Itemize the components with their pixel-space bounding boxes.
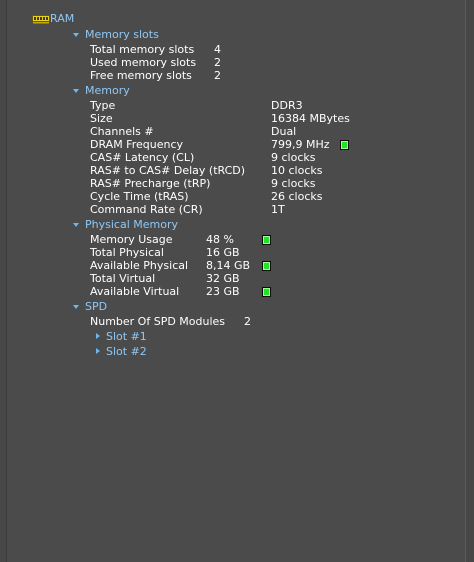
info-value: 1T: [271, 203, 285, 216]
info-label: Size: [90, 112, 113, 125]
status-indicator-icon: [340, 140, 349, 150]
info-row: CAS# Latency (CL) 9 clocks: [90, 151, 430, 164]
info-row: Total Virtual 32 GB: [90, 272, 390, 285]
info-row: RAS# to CAS# Delay (tRCD) 10 clocks: [90, 164, 430, 177]
expand-slot-1-icon[interactable]: [96, 333, 100, 339]
expand-slot-2-icon[interactable]: [96, 348, 100, 354]
info-row: Available Physical 8,14 GB: [90, 259, 390, 272]
info-label: CAS# Latency (CL): [90, 151, 195, 164]
info-row: Cycle Time (tRAS) 26 clocks: [90, 190, 430, 203]
status-indicator-icon: [262, 261, 271, 271]
info-label: Total Physical: [90, 246, 164, 259]
info-value: 2: [214, 56, 221, 69]
info-value: 9 clocks: [271, 151, 316, 164]
info-value: 8,14 GB: [206, 259, 251, 272]
section-header-physical-memory[interactable]: Physical Memory: [85, 218, 178, 231]
section-header-memory-slots[interactable]: Memory slots: [85, 28, 159, 41]
info-label: Command Rate (CR): [90, 203, 203, 216]
info-row: Total memory slots 4: [90, 43, 390, 56]
info-row: Available Virtual 23 GB: [90, 285, 390, 298]
section-header-physical-memory-label: Physical Memory: [85, 218, 178, 231]
collapse-memory-slots-icon[interactable]: [73, 33, 79, 37]
info-value: 26 clocks: [271, 190, 323, 203]
status-indicator-icon: [262, 287, 271, 297]
info-row: Used memory slots 2: [90, 56, 390, 69]
info-row: Channels # Dual: [90, 125, 430, 138]
info-row: Type DDR3: [90, 99, 430, 112]
info-value: 16 GB: [206, 246, 240, 259]
info-label: RAS# Precharge (tRP): [90, 177, 211, 190]
tree-node-slot-2-label: Slot #2: [106, 345, 147, 358]
info-value: Dual: [271, 125, 297, 138]
info-label: Free memory slots: [90, 69, 192, 82]
collapse-memory-icon[interactable]: [73, 89, 79, 93]
section-header-spd-label: SPD: [85, 300, 108, 313]
info-label: Available Virtual: [90, 285, 180, 298]
info-row: DRAM Frequency 799,9 MHz: [90, 138, 430, 151]
info-label: Number Of SPD Modules: [90, 315, 226, 328]
tree-node-slot-2[interactable]: Slot #2: [106, 345, 147, 358]
info-row: Free memory slots 2: [90, 69, 390, 82]
info-label: Used memory slots: [90, 56, 197, 69]
info-label: Type: [90, 99, 116, 112]
collapse-spd-icon[interactable]: [73, 305, 79, 309]
section-header-spd[interactable]: SPD: [85, 300, 107, 313]
info-label: Available Physical: [90, 259, 189, 272]
info-tree-panel: RAM Memory slots Total memory slots 4 Us…: [6, 0, 466, 562]
section-header-memory[interactable]: Memory: [85, 84, 130, 97]
info-value: 16384 MBytes: [271, 112, 350, 125]
info-value: 10 clocks: [271, 164, 323, 177]
info-label: Total Virtual: [90, 272, 156, 285]
info-label: Channels #: [90, 125, 154, 138]
info-row: Command Rate (CR) 1T: [90, 203, 430, 216]
info-label: Cycle Time (tRAS): [90, 190, 189, 203]
info-label: DRAM Frequency: [90, 138, 184, 151]
tree-node-ram[interactable]: RAM: [50, 12, 74, 25]
info-value: 32 GB: [206, 272, 240, 285]
section-header-memory-slots-label: Memory slots: [85, 28, 159, 41]
info-value: 799,9 MHz: [271, 138, 330, 151]
tree-node-slot-1-label: Slot #1: [106, 330, 147, 343]
collapse-physical-memory-icon[interactable]: [73, 223, 79, 227]
info-label: Total memory slots: [90, 43, 195, 56]
info-value: 4: [214, 43, 221, 56]
tree-node-slot-1[interactable]: Slot #1: [106, 330, 147, 343]
info-row: Size 16384 MBytes: [90, 112, 430, 125]
tree-node-ram-label: RAM: [50, 12, 75, 25]
info-value: 2: [214, 69, 221, 82]
status-indicator-icon: [262, 235, 271, 245]
info-value: 9 clocks: [271, 177, 316, 190]
info-value: 23 GB: [206, 285, 240, 298]
info-label: RAS# to CAS# Delay (tRCD): [90, 164, 246, 177]
ram-module-icon: [32, 15, 50, 24]
info-row: Total Physical 16 GB: [90, 246, 390, 259]
info-value: DDR3: [271, 99, 303, 112]
info-value: 2: [244, 315, 251, 328]
section-header-memory-label: Memory: [85, 84, 130, 97]
info-row: Memory Usage 48 %: [90, 233, 390, 246]
info-row: Number Of SPD Modules 2: [90, 315, 390, 328]
info-value: 48 %: [206, 233, 234, 246]
info-label: Memory Usage: [90, 233, 173, 246]
info-row: RAS# Precharge (tRP) 9 clocks: [90, 177, 430, 190]
